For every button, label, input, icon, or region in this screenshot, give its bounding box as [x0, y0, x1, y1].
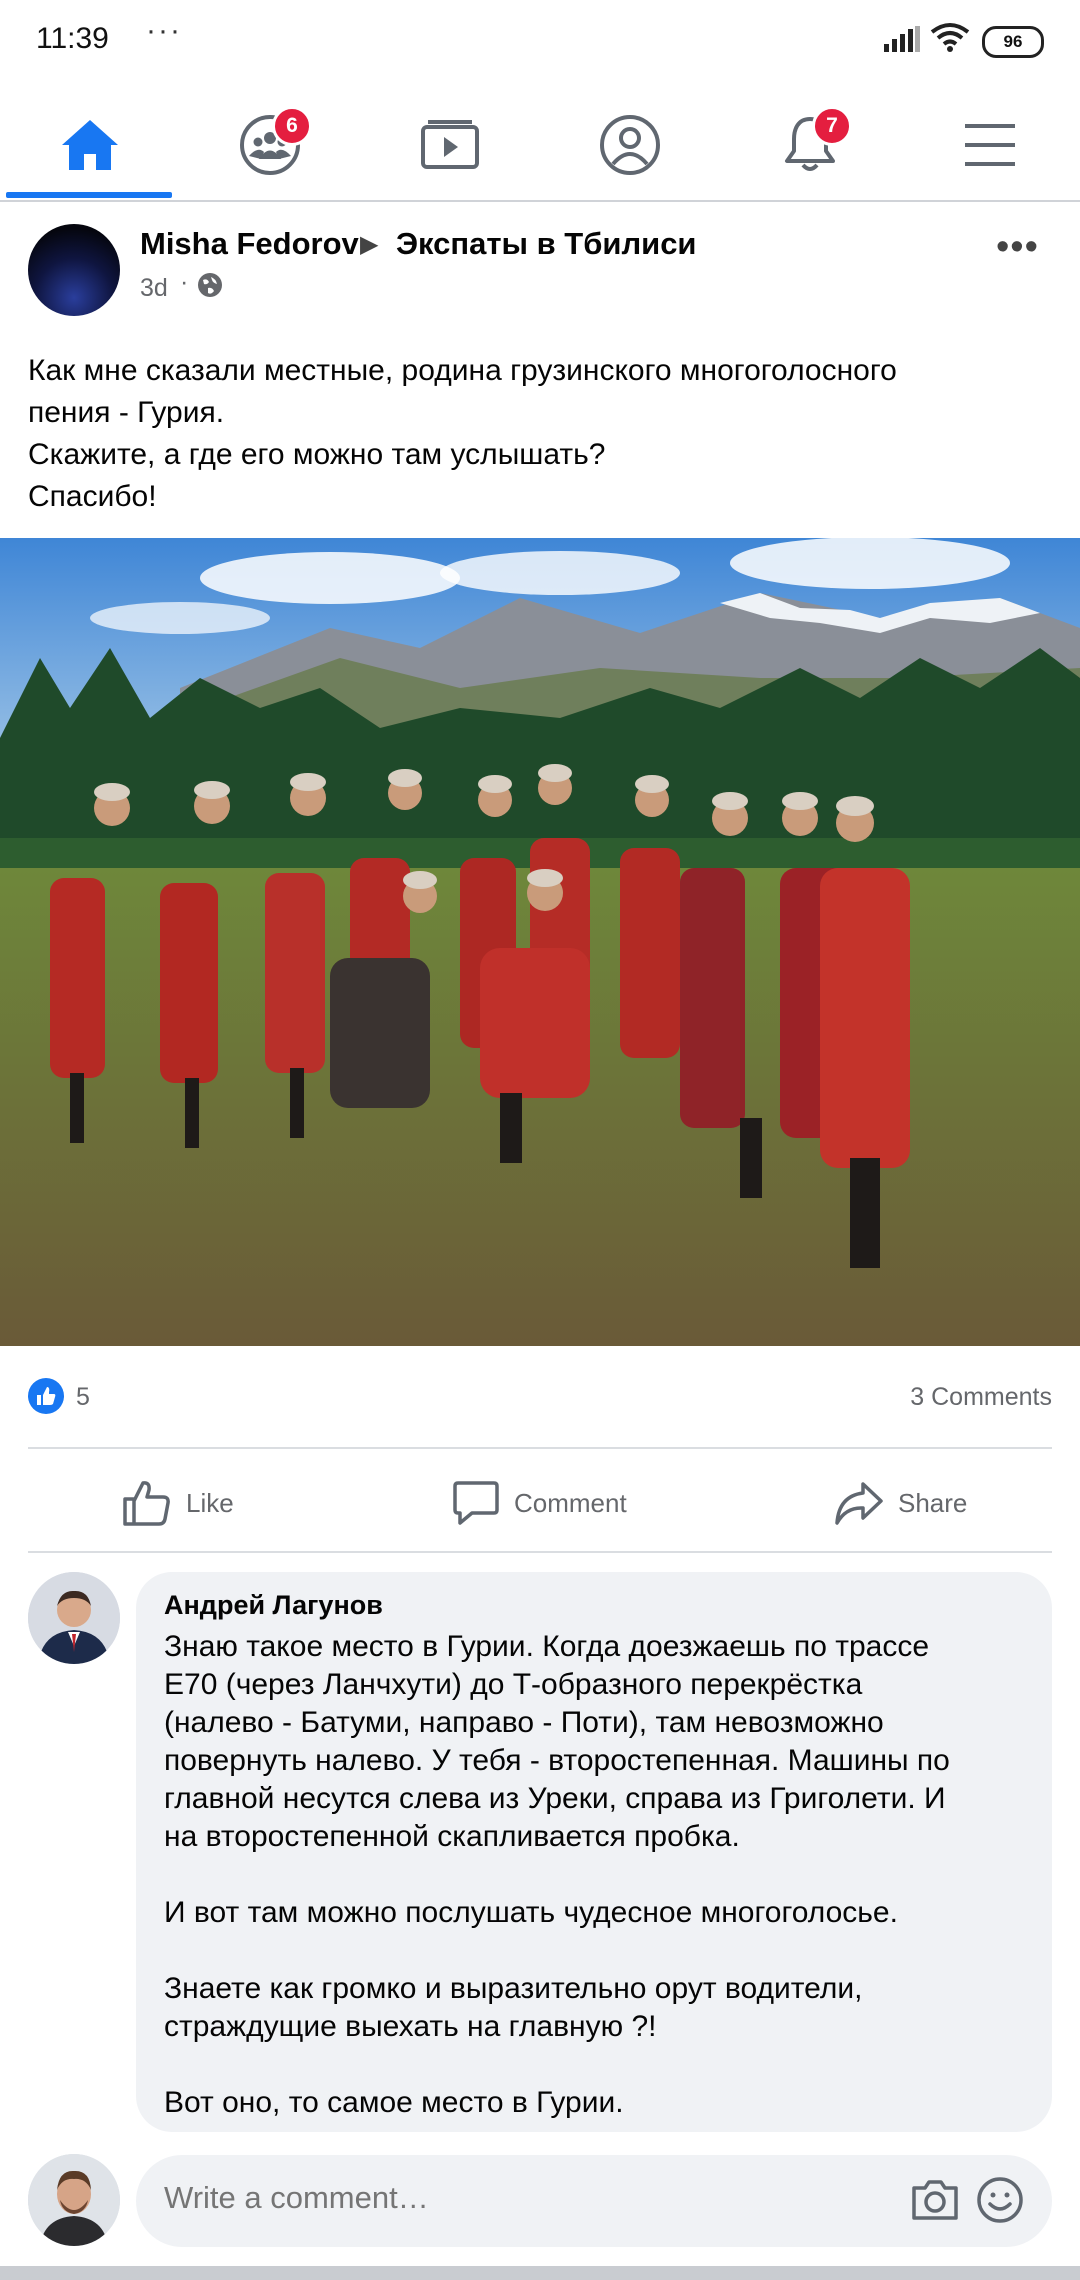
- comment-text-line: на второстепенной скапливается пробка.: [164, 1820, 740, 1853]
- share-button[interactable]: Share: [834, 1472, 967, 1534]
- emoji-icon[interactable]: [976, 2176, 1024, 2224]
- home-icon: [62, 120, 118, 170]
- divider: [28, 1551, 1052, 1553]
- comment-text-line: Знаете как громко и выразительно орут во…: [164, 1972, 863, 2005]
- commenter-avatar[interactable]: [28, 1572, 120, 1664]
- video-play-icon: [421, 120, 479, 169]
- divider: [28, 1447, 1052, 1449]
- nav-home[interactable]: [0, 90, 180, 200]
- top-nav-bar: 6 7: [0, 90, 1080, 202]
- battery-indicator: 96: [982, 26, 1044, 58]
- comment-button-label: Comment: [514, 1487, 627, 1518]
- nav-menu[interactable]: [900, 90, 1080, 200]
- write-comment-input[interactable]: [164, 2180, 764, 2216]
- status-more-dots: ···: [146, 14, 182, 47]
- hamburger-menu-icon: [965, 124, 1015, 166]
- comment-text-line: E70 (через Ланчхути) до Т-образного пере…: [164, 1668, 863, 1701]
- comment-text-line: [164, 1932, 1034, 1970]
- comment-text-line: повернуть налево. У тебя - второстепенна…: [164, 1744, 950, 1777]
- post-text-line: Спасибо!: [28, 480, 157, 513]
- separator-dot: ·: [180, 268, 189, 296]
- my-avatar[interactable]: [28, 2154, 120, 2246]
- comment-text: Знаю такое место в Гурии. Когда доезжаеш…: [164, 1628, 1034, 2122]
- post-author-avatar[interactable]: [28, 224, 120, 316]
- post-more-options-icon[interactable]: •••: [996, 226, 1039, 269]
- share-button-label: Share: [898, 1487, 968, 1518]
- comment-text-line: [164, 2046, 1034, 2084]
- comment-text-line: И вот там можно послушать чудесное много…: [164, 1896, 898, 1929]
- choir-in-mountains-photo: [0, 538, 1080, 1346]
- reaction-count[interactable]: 5: [76, 1383, 90, 1412]
- comment-text-line: главной несутся слева из Уреки, справа и…: [164, 1782, 946, 1815]
- comment-bubble-icon: [453, 1481, 499, 1525]
- globe-icon: [198, 273, 222, 297]
- share-arrow-icon: [835, 1482, 883, 1525]
- post-text: Как мне сказали местные, родина грузинск…: [28, 350, 1048, 518]
- bottom-edge: [0, 2266, 1080, 2280]
- nav-watch[interactable]: [360, 90, 540, 200]
- like-reaction-icon: [28, 1378, 64, 1414]
- status-bar: 11:39 ··· 96: [0, 0, 1080, 80]
- post-text-line: Как мне сказали местные, родина грузинск…: [28, 354, 897, 387]
- post-group-name[interactable]: Экспаты в Тбилиси: [396, 226, 697, 262]
- camera-icon[interactable]: [910, 2178, 960, 2222]
- post-text-line: пения - Гурия.: [28, 396, 225, 429]
- active-tab-indicator: [6, 192, 172, 198]
- comment-text-line: Знаю такое место в Гурии. Когда доезжаеш…: [164, 1630, 930, 1663]
- comment-text-line: (налево - Батуми, направо - Поти), там н…: [164, 1706, 884, 1739]
- post-text-line: Скажите, а где его можно там услышать?: [28, 438, 606, 471]
- notifications-badge: 7: [812, 106, 852, 146]
- comment-author-name[interactable]: Андрей Лагунов: [164, 1590, 383, 1621]
- nav-notifications[interactable]: 7: [720, 90, 900, 200]
- thumbs-up-icon: [123, 1481, 170, 1526]
- status-time: 11:39: [36, 22, 109, 55]
- comments-count[interactable]: 3 Comments: [910, 1383, 1052, 1412]
- like-button[interactable]: Like: [122, 1472, 234, 1534]
- wifi-icon: [930, 23, 970, 52]
- cell-signal-icon: [884, 26, 920, 52]
- comment-button[interactable]: Comment: [452, 1472, 627, 1534]
- comment-text-line: Вот оно, то самое место в Гурии.: [164, 2086, 624, 2119]
- groups-badge: 6: [272, 106, 312, 146]
- right-triangle-icon: ▶: [360, 231, 379, 258]
- nav-groups[interactable]: 6: [180, 90, 360, 200]
- comment-text-line: страждущие выехать на главную ?!: [164, 2010, 657, 2043]
- like-button-label: Like: [186, 1487, 234, 1518]
- nav-profile[interactable]: [540, 90, 720, 200]
- post-author-name[interactable]: Misha Fedorov: [140, 226, 359, 262]
- profile-icon: [600, 115, 660, 175]
- post-photo[interactable]: [0, 538, 1080, 1346]
- comment-text-line: [164, 1856, 1034, 1894]
- post-timestamp[interactable]: 3d: [140, 274, 168, 303]
